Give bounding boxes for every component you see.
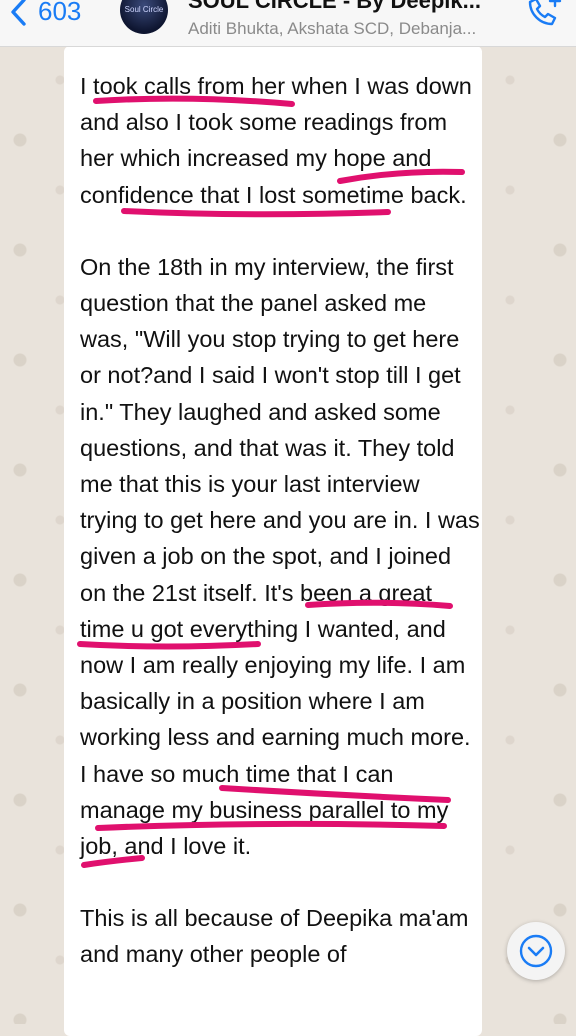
chevron-left-icon <box>11 0 26 26</box>
unread-count: 603 <box>38 0 82 26</box>
message-text: I took calls from her when I was down an… <box>80 68 480 973</box>
add-call-icon[interactable] <box>524 0 564 30</box>
group-avatar[interactable]: Soul Circle <box>120 0 168 34</box>
scroll-down-button[interactable] <box>507 922 565 980</box>
message-paragraph-1: I took calls from her when I was down an… <box>80 73 472 208</box>
message-paragraph-2: On the 18th in my interview, the first q… <box>80 253 480 860</box>
chat-header: 603 Soul Circle SOUL CIRCLE - By Deepik.… <box>0 0 576 47</box>
message-paragraph-3: This is all because of Deepika ma'am and… <box>80 905 469 968</box>
chat-title[interactable]: SOUL CIRCLE - By Deepik... <box>188 0 481 14</box>
back-button[interactable]: 603 <box>8 0 81 27</box>
chat-members[interactable]: Aditi Bhukta, Akshata SCD, Debanja... <box>188 19 476 39</box>
chevron-down-circle-icon <box>519 934 553 968</box>
